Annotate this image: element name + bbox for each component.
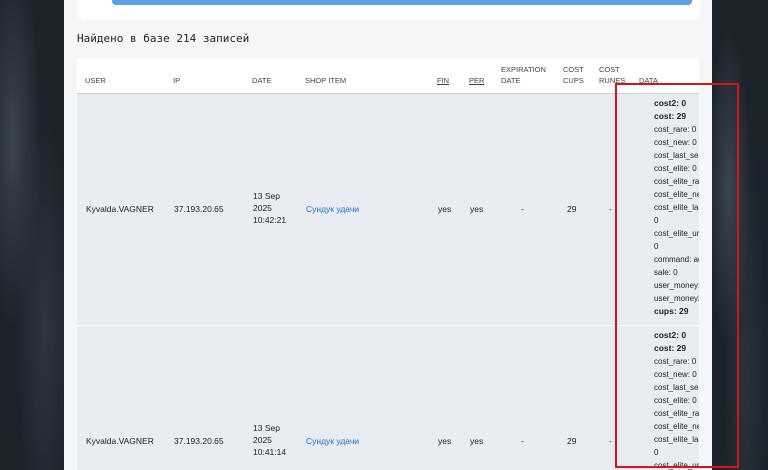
background-right [712,0,768,470]
cell-fin: yes [438,204,452,214]
cell-date-day: 13 Sep [253,191,280,201]
data-line: cost_last_seas [654,151,699,160]
col-header-fin[interactable]: FIN [437,75,449,86]
col-header-user[interactable]: USER [85,75,106,86]
main-panel: Найдено в базе 214 записей USER IP DATE … [64,0,712,470]
data-line: cost: 29 [654,343,687,353]
cell-expiration: - [521,436,524,446]
data-line: cost_elite_last_ [654,435,699,444]
data-line: 0 [654,216,659,225]
col-header-cost-cups[interactable]: COST CUPS [563,64,584,86]
data-line: cost2: 0 [654,98,687,108]
col-header-expiration-line1: EXPIRATION [501,65,546,74]
col-header-cost-runes-line2: RUNES [599,76,626,85]
data-line: cost2: 0 [654,330,687,340]
col-header-cost-cups-line2: CUPS [563,76,584,85]
data-line: cost_elite_last_ [654,203,699,212]
data-line: cost: 29 [654,111,687,121]
records-found-text: Найдено в базе 214 записей [77,32,250,45]
cell-date-year: 2025 [253,435,272,445]
cell-date-day: 13 Sep [253,423,280,433]
cell-date: 13 Sep 2025 10:41:14 [253,422,293,458]
data-line: user_money: 16 [654,281,699,290]
data-line: cost_elite_rare: [654,177,699,186]
cell-per: yes [470,204,484,214]
col-header-shop-item[interactable]: SHOP ITEM [305,75,346,86]
data-line: cost_rare: 0 [654,357,697,366]
cell-expiration: - [521,204,524,214]
cell-data: cost2: 0 cost: 29 cost_rare: 0 cost_new:… [654,97,699,318]
data-line: cost_elite: 0 [654,396,697,405]
col-header-per[interactable]: PER [469,75,484,86]
data-line: command: actio [654,255,699,264]
data-line: sale: 0 [654,268,678,277]
cell-shop-item-link[interactable]: Сундук удачи [306,203,359,215]
data-line: 0 [654,448,659,457]
data-line: cost_elite_new [654,422,699,431]
data-line: cost_elite_unco [654,461,699,470]
data-line: cost_rare: 0 [654,125,697,134]
search-button-bar[interactable] [112,0,692,5]
cell-cost-cups: 29 [567,436,577,446]
col-header-cost-runes[interactable]: COST RUNES [599,64,625,86]
data-line: cost_elite: 0 [654,164,697,173]
cell-date-time: 10:41:14 [253,447,287,457]
purchases-table: USER IP DATE SHOP ITEM FIN PER EXPIRATIO… [77,58,699,470]
data-line: cost_new: 0 [654,370,697,379]
cell-ip: 37.193.20.65 [174,436,224,446]
cell-user: Kyvalda.VAGNER [86,436,154,446]
table-row: Kyvalda.VAGNER 37.193.20.65 13 Sep 2025 … [77,326,699,470]
cell-date: 13 Sep 2025 10:42:21 [253,190,293,226]
data-line: cost_elite_new [654,190,699,199]
col-header-expiration[interactable]: EXPIRATION DATE [501,64,546,86]
data-line: 0 [654,242,659,251]
data-line: cost_last_seas [654,383,699,392]
col-header-date[interactable]: DATE [252,75,271,86]
background-left [0,0,64,470]
cell-ip: 37.193.20.65 [174,204,224,214]
data-line: user_money2: ( [654,294,699,303]
col-header-cost-cups-line1: COST [563,65,584,74]
cell-data: cost2: 0 cost: 29 cost_rare: 0 cost_new:… [654,329,699,470]
cell-user: Kyvalda.VAGNER [86,204,154,214]
col-header-ip[interactable]: IP [173,75,180,86]
col-header-expiration-line2: DATE [501,76,521,85]
col-header-data[interactable]: DATA [639,75,658,86]
cell-per: yes [470,436,484,446]
data-line: cost_new: 0 [654,138,697,147]
col-header-cost-runes-line1: COST [599,65,620,74]
cell-cost-runes: - [609,436,612,446]
cell-fin: yes [438,436,452,446]
data-line: cups: 29 [654,306,689,316]
cell-date-year: 2025 [253,203,272,213]
cell-shop-item-link[interactable]: Сундук удачи [306,435,359,447]
data-line: cost_elite_rare: [654,409,699,418]
cell-date-time: 10:42:21 [253,215,287,225]
table-row: Kyvalda.VAGNER 37.193.20.65 13 Sep 2025 … [77,94,699,325]
filter-card [78,0,700,20]
data-line: cost_elite_unco [654,229,699,238]
cell-cost-runes: - [609,204,612,214]
cell-cost-cups: 29 [567,204,577,214]
